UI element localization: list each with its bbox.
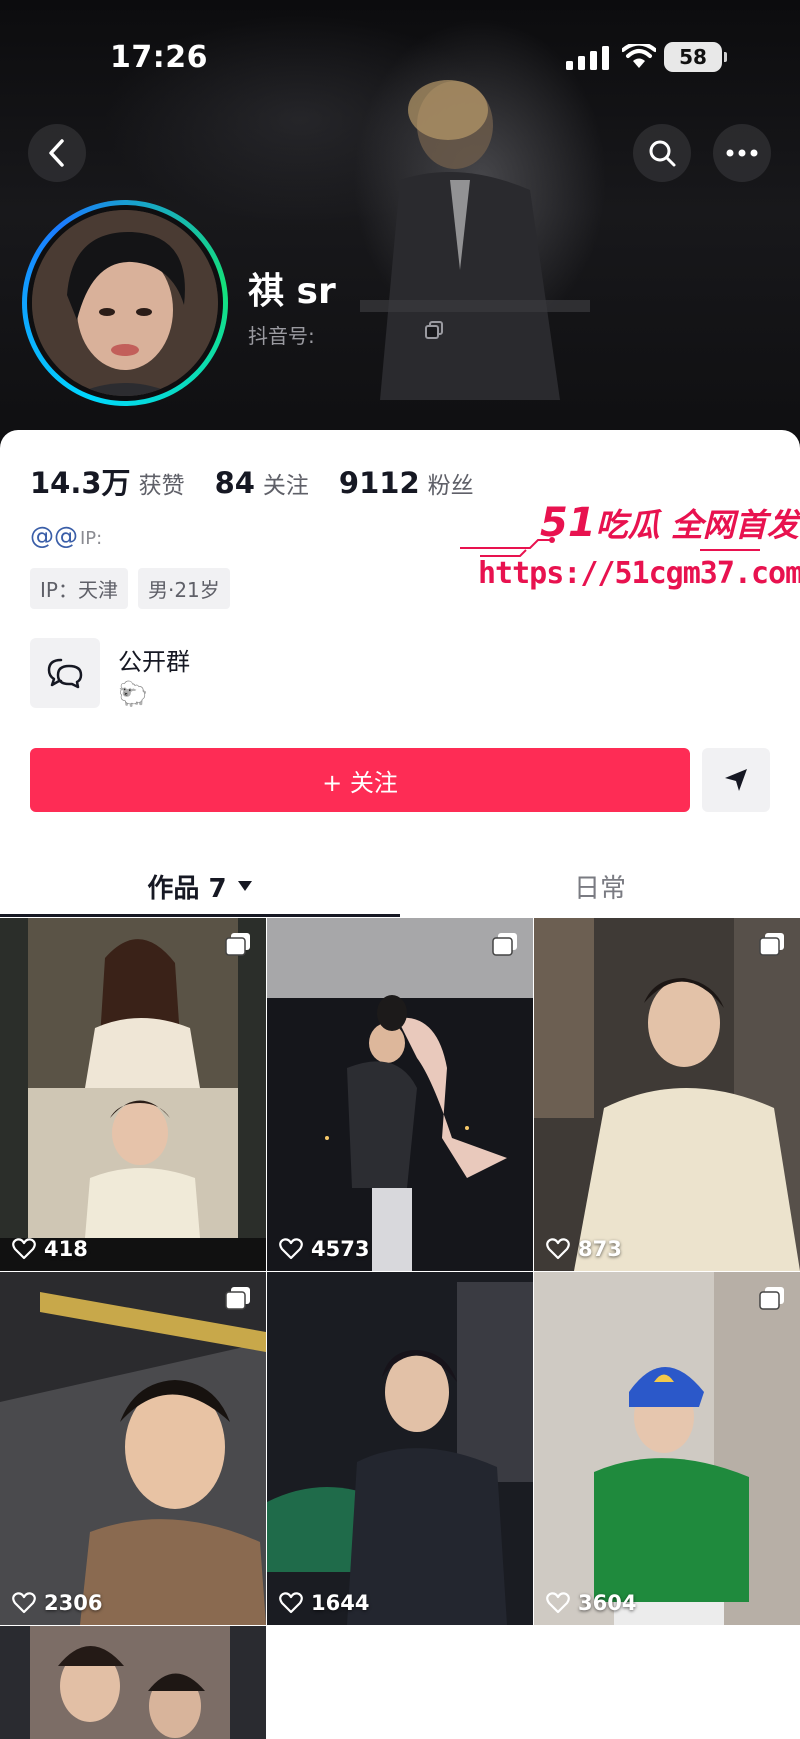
post-tile[interactable]: 1644 (267, 1272, 533, 1625)
status-time: 17:26 (110, 40, 208, 75)
send-icon (725, 769, 747, 791)
post-likes-count: 3604 (578, 1591, 637, 1615)
post-likes-count: 418 (44, 1237, 88, 1261)
post-tile[interactable] (0, 1626, 266, 1739)
post-likes: 1644 (279, 1591, 369, 1615)
stat-following-label: 关注 (262, 473, 309, 499)
post-tile[interactable]: 418 (0, 918, 266, 1271)
group-chat-icon (47, 658, 83, 689)
post-likes: 418 (12, 1237, 88, 1261)
heart-icon (279, 1592, 303, 1614)
tag-ip-location: IP：天津 (30, 568, 128, 609)
watermark-url: https://51cgm37.com (478, 556, 800, 591)
post-thumbnail (0, 1272, 266, 1625)
post-likes: 873 (546, 1237, 622, 1261)
cover-photo-figure (360, 80, 590, 400)
follow-button[interactable]: + 关注 (30, 748, 690, 812)
douyin-id-label: 抖音号: (248, 324, 315, 348)
share-button[interactable] (702, 748, 770, 812)
stat-likes-value: 14.3万 (30, 466, 131, 500)
post-thumbnail (0, 918, 266, 1271)
search-icon (649, 140, 676, 167)
tab-daily[interactable]: 日常 (400, 856, 800, 916)
post-likes: 2306 (12, 1591, 102, 1615)
post-thumbnail (534, 1272, 800, 1625)
post-likes-count: 873 (578, 1237, 622, 1261)
more-button[interactable] (713, 124, 771, 182)
profile-tags: IP：天津 男·21岁 (30, 568, 230, 609)
status-bar: 17:26 58 (0, 0, 800, 110)
battery-indicator: 58 (664, 42, 727, 72)
watermark-overlay: 51吃瓜 全网首发 https://51cgm37.com (460, 500, 800, 610)
post-likes-count: 4573 (311, 1237, 370, 1261)
post-likes-count: 1644 (311, 1591, 370, 1615)
tab-works-label: 作品 7 (147, 873, 227, 904)
watermark-number: 51 (540, 500, 596, 546)
chevron-left-icon (49, 139, 64, 167)
tab-indicator (0, 914, 400, 917)
post-tile[interactable]: 873 (534, 918, 800, 1271)
post-tile[interactable]: 2306 (0, 1272, 266, 1625)
signal-icon (566, 46, 609, 70)
watermark-text: 吃瓜 全网首发 (595, 506, 799, 544)
group-emoji: 🐑 (118, 680, 148, 708)
stat-following-value: 84 (214, 466, 255, 500)
content-tabs: 作品 7 日常 (0, 856, 800, 916)
stat-likes-label: 获赞 (138, 473, 185, 499)
multi-image-icon (225, 1287, 250, 1310)
stat-followers[interactable]: 9112 粉丝 (339, 466, 474, 500)
stat-followers-value: 9112 (338, 466, 420, 500)
group-title[interactable]: 公开群 (118, 642, 190, 677)
caret-down-icon (237, 881, 252, 891)
back-button[interactable] (28, 124, 86, 182)
heart-icon (546, 1592, 570, 1614)
profile-handle[interactable]: @@ IP: (30, 522, 102, 550)
copy-icon[interactable] (424, 320, 444, 340)
profile-nickname: 祺 sr (248, 271, 336, 312)
heart-icon (279, 1238, 303, 1260)
watermark-brand: 51吃瓜 全网首发 (540, 500, 799, 546)
tag-gender-age: 男·21岁 (137, 568, 230, 609)
stat-following[interactable]: 84 关注 (215, 466, 309, 500)
tab-works[interactable]: 作品 7 (0, 856, 400, 916)
post-tile[interactable]: 3604 (534, 1272, 800, 1625)
multi-image-icon (759, 933, 784, 956)
heart-icon (546, 1238, 570, 1260)
avatar-image (32, 210, 218, 396)
post-thumbnail (267, 1272, 533, 1625)
post-likes-count: 2306 (44, 1591, 103, 1615)
wifi-icon (622, 44, 656, 68)
stat-followers-label: 粉丝 (427, 473, 474, 499)
post-thumbnail (0, 1626, 266, 1739)
stat-likes[interactable]: 14.3万 获赞 (30, 460, 185, 502)
multi-image-icon (492, 933, 517, 956)
group-chat-button[interactable] (30, 638, 100, 708)
more-dots-icon (726, 149, 758, 157)
post-likes: 4573 (279, 1237, 369, 1261)
search-button[interactable] (633, 124, 691, 182)
multi-image-icon (225, 933, 250, 956)
post-thumbnail (534, 918, 800, 1271)
post-thumbnail (267, 918, 533, 1271)
multi-image-icon (759, 1287, 784, 1310)
handle-text: @@ (30, 522, 78, 550)
profile-stats: 14.3万 获赞 84 关注 9112 粉丝 (30, 460, 474, 502)
handle-ip-text: IP: (80, 528, 103, 549)
post-tile[interactable]: 4573 (267, 918, 533, 1271)
post-likes: 3604 (546, 1591, 636, 1615)
avatar[interactable] (22, 200, 228, 406)
heart-icon (12, 1592, 36, 1614)
heart-icon (12, 1238, 36, 1260)
